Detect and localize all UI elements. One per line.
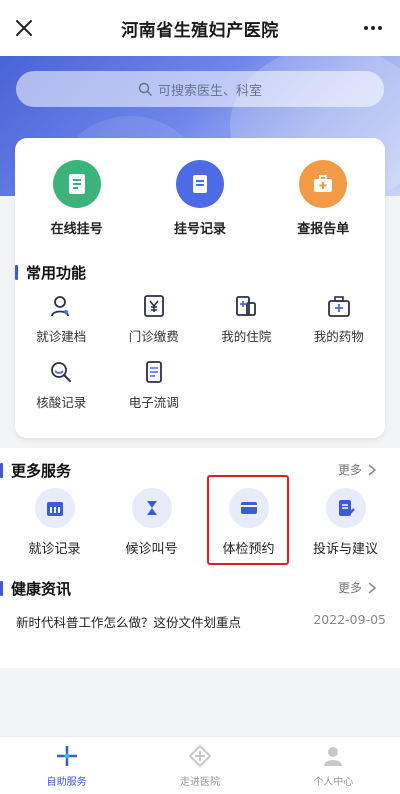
- search-placeholder: 可搜索医生、科室: [157, 83, 262, 99]
- tab-personal-center[interactable]: 个人中心: [267, 737, 400, 794]
- person-icon: [324, 746, 343, 766]
- hourglass-icon: [131, 488, 172, 528]
- grid-item-my-hospitalization[interactable]: 我的住院: [200, 294, 293, 345]
- service-complaint-suggestion[interactable]: 投诉与建议: [300, 488, 392, 557]
- magnifier-icon: [51, 362, 72, 382]
- quick-action-label: 查报告单: [297, 222, 350, 237]
- grid-item-e-survey[interactable]: 电子流调: [108, 360, 201, 411]
- medicine-box-icon: [327, 296, 350, 317]
- document-icon: [145, 361, 162, 383]
- user-profile-icon: [51, 296, 70, 317]
- bottom-tab-bar: 自助服务 走进医院 个人中心: [0, 736, 400, 794]
- self-service-icon: [56, 745, 77, 766]
- highlight-box: [207, 475, 289, 565]
- quick-action-label: 在线挂号: [50, 222, 103, 237]
- more-options-icon[interactable]: [358, 16, 388, 40]
- news-title: 新时代科普工作怎么做？这份文件划重点: [16, 615, 242, 630]
- hospital-bed-icon: [236, 296, 257, 316]
- grid-item-patient-record[interactable]: 就诊建档: [15, 294, 108, 345]
- tab-self-service[interactable]: 自助服务: [0, 737, 133, 794]
- quick-action-label: 挂号记录: [173, 222, 226, 237]
- common-functions-grid: 就诊建档 门诊缴费 我的住院 我的药物: [15, 294, 385, 345]
- search-bar[interactable]: 可搜索医生、科室: [16, 71, 384, 107]
- quick-action-register-record[interactable]: 挂号记录: [145, 160, 255, 237]
- yen-payment-icon: [143, 295, 164, 317]
- quick-action-online-register[interactable]: 在线挂号: [22, 160, 132, 237]
- medical-kit-icon: [299, 160, 348, 208]
- more-services-row: 就诊记录 候诊叫号 体检预约 投诉与建议: [0, 488, 400, 557]
- services-panel: [0, 448, 400, 668]
- common-functions-grid-row2: 核酸记录 电子流调: [15, 360, 385, 411]
- news-item[interactable]: 新时代科普工作怎么做？这份文件划重点 2022-09-05: [16, 612, 386, 631]
- tab-about-hospital[interactable]: 走进医院: [133, 737, 266, 794]
- calendar-icon: [34, 488, 75, 528]
- common-functions-title: 常用功能: [15, 262, 86, 283]
- service-visit-record[interactable]: 就诊记录: [9, 488, 101, 557]
- title-bar: 河南省生殖妇产医院: [0, 0, 400, 56]
- grid-item-my-medicine[interactable]: 我的药物: [293, 294, 386, 345]
- main-card: 在线挂号 挂号记录 查报告单 常用功能 就诊建档 门诊缴费 我的住院 我的药物 …: [15, 138, 385, 438]
- health-news-title: 健康资讯: [0, 578, 71, 599]
- search-icon: [138, 82, 152, 96]
- chevron-right-icon: [368, 463, 377, 476]
- grid-item-nucleic-acid[interactable]: 核酸记录: [15, 360, 108, 411]
- quick-actions: 在线挂号 挂号记录 查报告单: [15, 160, 385, 237]
- more-services-link[interactable]: 更多: [338, 461, 377, 478]
- page-title: 河南省生殖妇产医院: [121, 20, 279, 41]
- chevron-right-icon: [368, 581, 377, 594]
- health-news-more-link[interactable]: 更多: [338, 579, 377, 596]
- news-date: 2022-09-05: [313, 612, 386, 627]
- quick-action-check-report[interactable]: 查报告单: [268, 160, 378, 237]
- more-services-title: 更多服务: [0, 460, 71, 481]
- service-queue-call[interactable]: 候诊叫号: [106, 488, 198, 557]
- record-scroll-icon: [175, 160, 224, 208]
- edit-document-icon: [325, 488, 366, 528]
- grid-item-outpatient-payment[interactable]: 门诊缴费: [108, 294, 201, 345]
- hospital-logo-icon: [188, 744, 212, 767]
- register-card-icon: [52, 160, 101, 208]
- close-icon[interactable]: [10, 14, 38, 42]
